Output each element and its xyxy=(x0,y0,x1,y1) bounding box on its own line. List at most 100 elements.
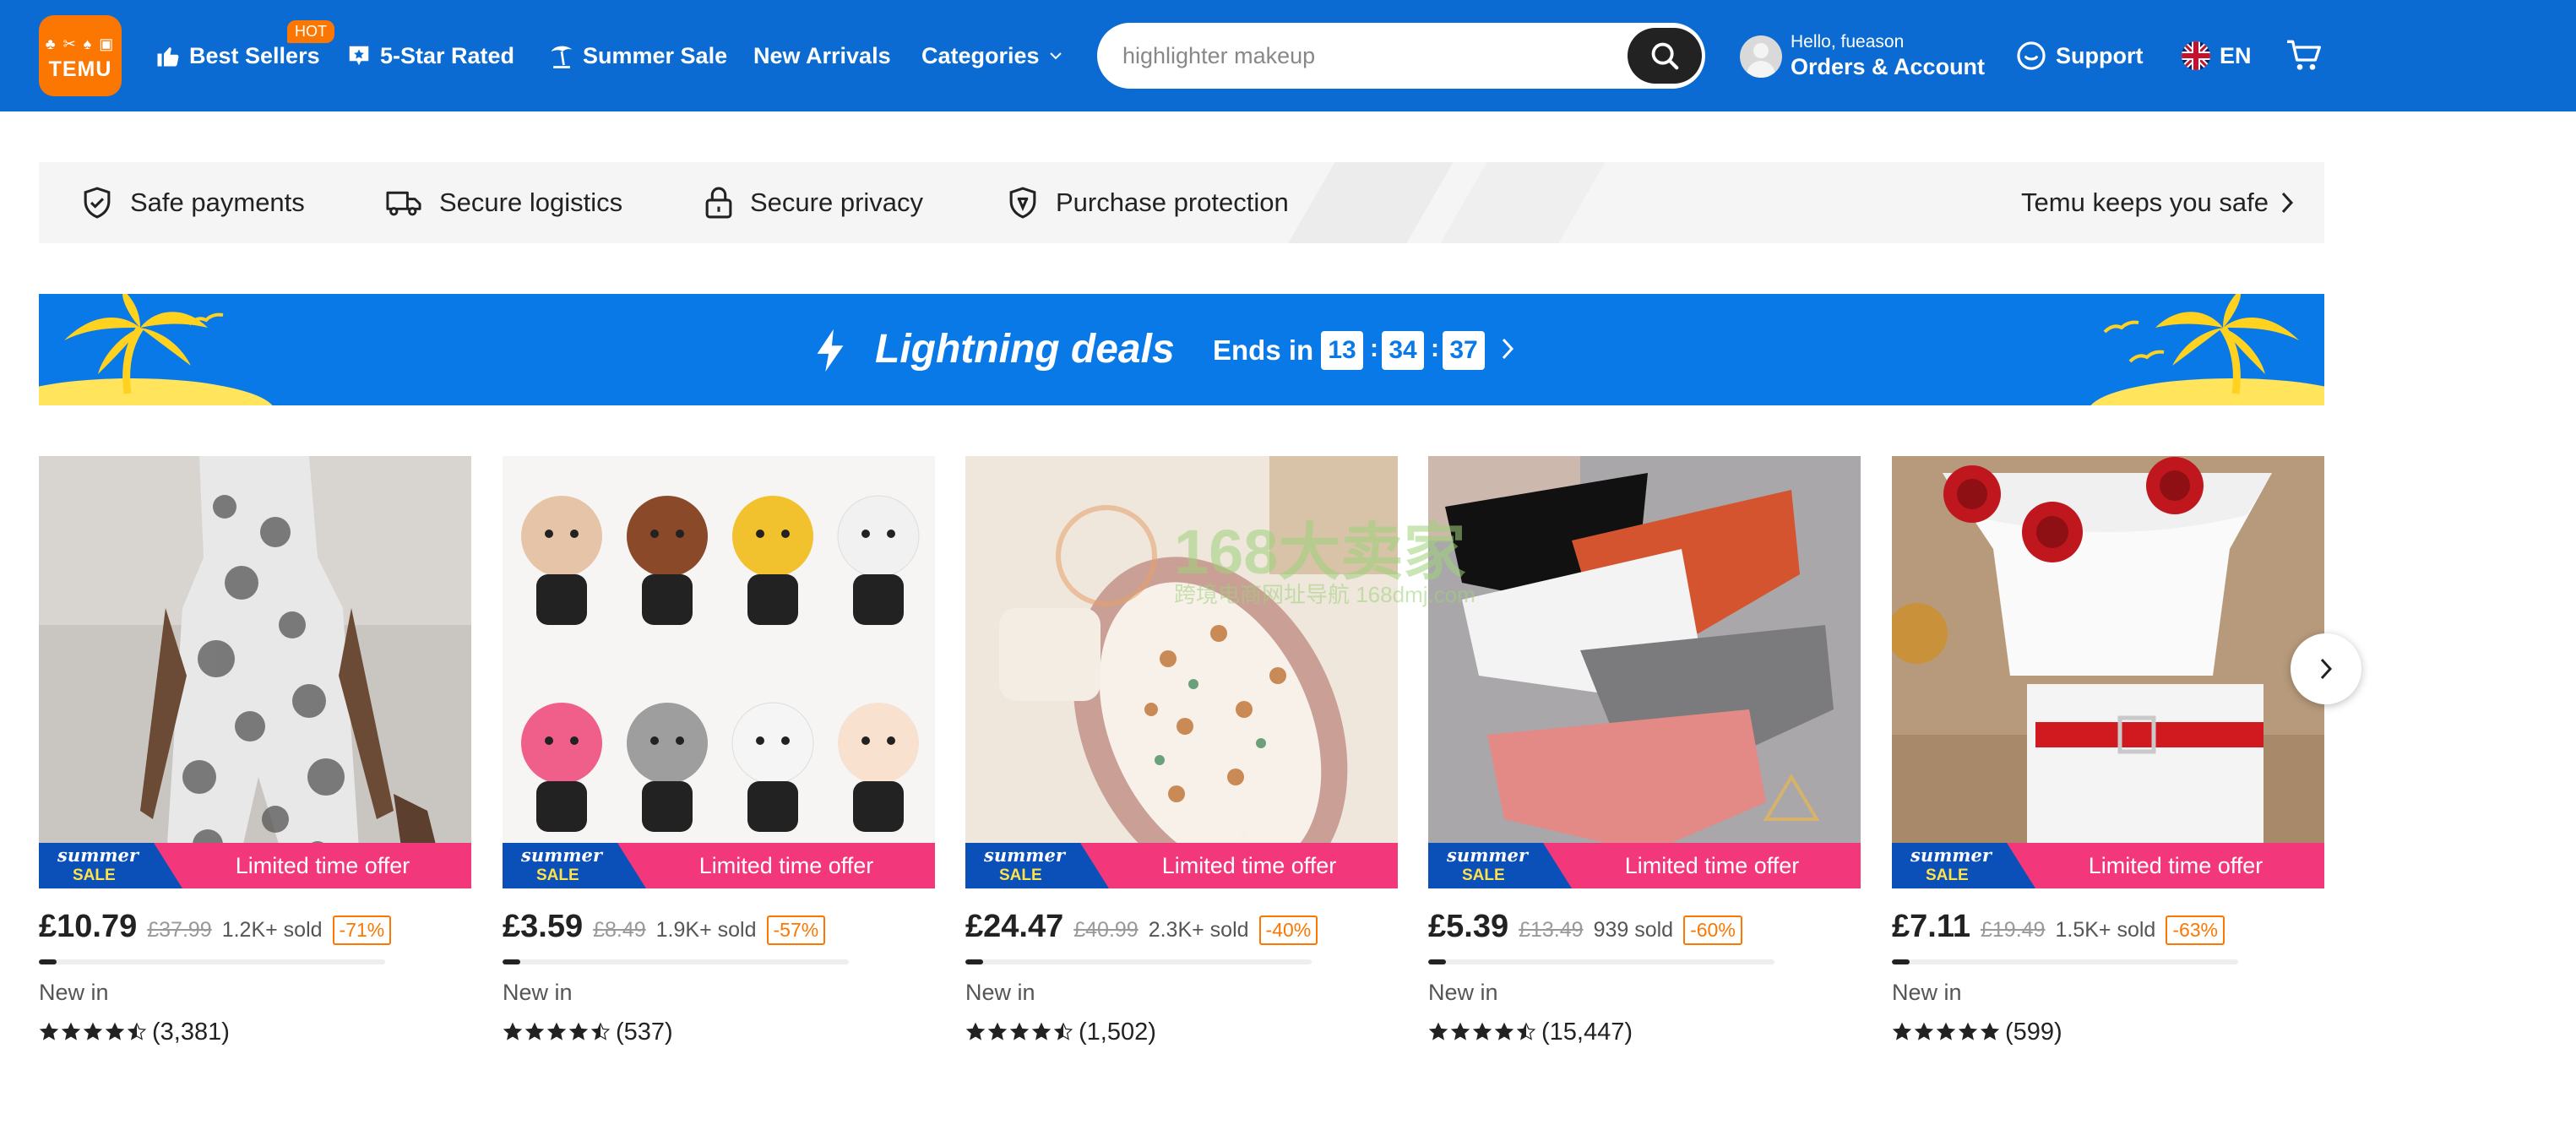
orders-account-label: Orders & Account xyxy=(1791,54,1986,79)
trust-label: Safe payments xyxy=(130,187,305,217)
nav-new-arrivals[interactable]: New Arrivals xyxy=(753,37,891,74)
current-price: £7.11 xyxy=(1892,909,1970,944)
summer-sale-badge: summer SALE xyxy=(39,843,182,888)
current-price: £3.59 xyxy=(503,909,584,944)
summer-badge-line2: SALE xyxy=(999,867,1042,884)
sales-progress-fill xyxy=(965,959,983,964)
original-price: £13.49 xyxy=(1519,918,1584,942)
ends-in-label: Ends in xyxy=(1213,334,1314,366)
cart-button[interactable] xyxy=(2285,37,2323,74)
search-button[interactable] xyxy=(1628,28,1702,84)
sold-count: 1.9K+ sold xyxy=(655,918,757,942)
summer-badge-line2: SALE xyxy=(73,867,116,884)
product-rating: (537) xyxy=(503,1017,673,1047)
trust-purchase-protection[interactable]: Purchase protection xyxy=(1007,184,1289,221)
star-rating-icon xyxy=(1428,1022,1538,1042)
sales-progress-fill xyxy=(503,959,520,964)
product-card[interactable]: summer SALE Limited time offer £7.11 £19… xyxy=(1892,456,2324,1064)
price-row: £24.47 £40.99 2.3K+ sold -40% xyxy=(965,909,1318,948)
product-image[interactable] xyxy=(1892,456,2324,888)
top-header: ♣ ✂ ♠ ▣ TEMU Best Sellers HOT 5-Star Rat… xyxy=(0,0,2576,111)
support-link[interactable]: Support xyxy=(2015,37,2143,74)
limited-offer-label: Limited time offer xyxy=(235,852,410,878)
orders-account-menu[interactable]: Hello, fueason Orders & Account xyxy=(1740,30,1993,83)
shield-badge-icon xyxy=(1007,186,1039,220)
discount-badge: -60% xyxy=(1683,915,1742,945)
nav-label: Categories xyxy=(921,42,1040,68)
sold-count: 939 sold xyxy=(1593,918,1674,942)
sales-progress-bar xyxy=(965,959,1312,964)
search-input[interactable] xyxy=(1122,23,1612,89)
product-image[interactable] xyxy=(965,456,1398,888)
trust-bar: Safe payments Secure logistics Secure pr… xyxy=(39,162,2324,243)
limited-offer-banner: summer SALE Limited time offer xyxy=(965,843,1398,888)
timer-separator: : xyxy=(1431,334,1439,362)
star-rating-icon xyxy=(965,1022,1075,1042)
decorative-stripe xyxy=(1257,162,1473,243)
product-image[interactable] xyxy=(1428,456,1861,888)
chevron-right-icon xyxy=(2280,191,2294,215)
summer-badge-line1: summer xyxy=(1447,845,1528,866)
discount-badge: -71% xyxy=(332,915,392,945)
nav-label: Summer Sale xyxy=(583,42,728,68)
summer-sale-badge: summer SALE xyxy=(1428,843,1572,888)
summer-badge-line2: SALE xyxy=(1462,867,1505,884)
nav-5-star-rated[interactable]: 5-Star Rated xyxy=(346,37,514,74)
product-card[interactable]: summer SALE Limited time offer £3.59 £8.… xyxy=(503,456,935,1064)
temu-keeps-you-safe-link[interactable]: Temu keeps you safe xyxy=(2021,184,2294,221)
carousel-next-button[interactable] xyxy=(2291,633,2361,704)
new-in-tag: New in xyxy=(39,980,109,1005)
nav-label: Best Sellers xyxy=(189,42,320,68)
limited-offer-label: Limited time offer xyxy=(1161,852,1337,878)
logo-mascot-icons: ♣ ✂ ♠ ▣ xyxy=(45,35,116,52)
trust-label: Secure logistics xyxy=(439,187,623,217)
sold-count: 1.2K+ sold xyxy=(221,918,323,942)
trust-safe-payments[interactable]: Safe payments xyxy=(81,184,305,221)
summer-sale-badge: summer SALE xyxy=(965,843,1109,888)
discount-badge: -40% xyxy=(1258,915,1318,945)
trust-secure-privacy[interactable]: Secure privacy xyxy=(704,184,923,221)
limited-offer-banner: summer SALE Limited time offer xyxy=(1428,843,1861,888)
summer-badge-line1: summer xyxy=(984,845,1065,866)
timer-separator: : xyxy=(1370,334,1378,362)
trust-link-label: Temu keeps you safe xyxy=(2021,187,2269,217)
trust-label: Purchase protection xyxy=(1056,187,1289,217)
trust-secure-logistics[interactable]: Secure logistics xyxy=(385,184,622,221)
summer-sale-badge: summer SALE xyxy=(503,843,646,888)
product-rating: (599) xyxy=(1892,1017,2062,1047)
support-label: Support xyxy=(2056,42,2144,68)
product-rating: (15,447) xyxy=(1428,1017,1633,1047)
limited-offer-banner: summer SALE Limited time offer xyxy=(39,843,471,888)
price-row: £5.39 £13.49 939 sold -60% xyxy=(1428,909,1742,948)
language-selector[interactable]: EN xyxy=(2181,37,2252,74)
star-badge-icon xyxy=(346,43,372,68)
language-label: EN xyxy=(2220,42,2252,68)
chevron-right-icon xyxy=(1500,336,1515,366)
timer-seconds: 37 xyxy=(1443,331,1485,370)
product-card[interactable]: summer SALE Limited time offer £10.79 £3… xyxy=(39,456,471,1064)
nav-categories[interactable]: Categories xyxy=(921,37,1063,74)
uk-flag-icon xyxy=(2181,41,2211,71)
product-image[interactable] xyxy=(39,456,471,888)
palm-tree-right-decoration xyxy=(2090,294,2324,405)
temu-logo[interactable]: ♣ ✂ ♠ ▣ TEMU xyxy=(39,15,122,96)
lightning-deals-banner[interactable]: Lightning deals Ends in 13 : 34 : 37 xyxy=(39,294,2324,405)
search-bar xyxy=(1095,20,1708,91)
discount-badge: -63% xyxy=(2166,915,2225,945)
limited-offer-label: Limited time offer xyxy=(2088,852,2264,878)
nav-label: New Arrivals xyxy=(753,42,891,68)
product-card[interactable]: summer SALE Limited time offer £24.47 £4… xyxy=(965,456,1398,1064)
review-count: (1,502) xyxy=(1079,1018,1156,1046)
sales-progress-fill xyxy=(39,959,57,964)
price-row: £7.11 £19.49 1.5K+ sold -63% xyxy=(1892,909,2225,948)
lightning-deals-title: Lightning deals xyxy=(875,327,1175,372)
nav-summer-sale[interactable]: Summer Sale xyxy=(549,37,727,74)
star-rating-icon xyxy=(1892,1022,2002,1042)
product-image[interactable] xyxy=(503,456,935,888)
original-price: £40.99 xyxy=(1073,918,1139,942)
price-row: £3.59 £8.49 1.9K+ sold -57% xyxy=(503,909,826,948)
product-card[interactable]: summer SALE Limited time offer £5.39 £13… xyxy=(1428,456,1861,1064)
current-price: £10.79 xyxy=(39,909,138,944)
star-rating-icon xyxy=(503,1022,612,1042)
nav-label: 5-Star Rated xyxy=(380,42,515,68)
